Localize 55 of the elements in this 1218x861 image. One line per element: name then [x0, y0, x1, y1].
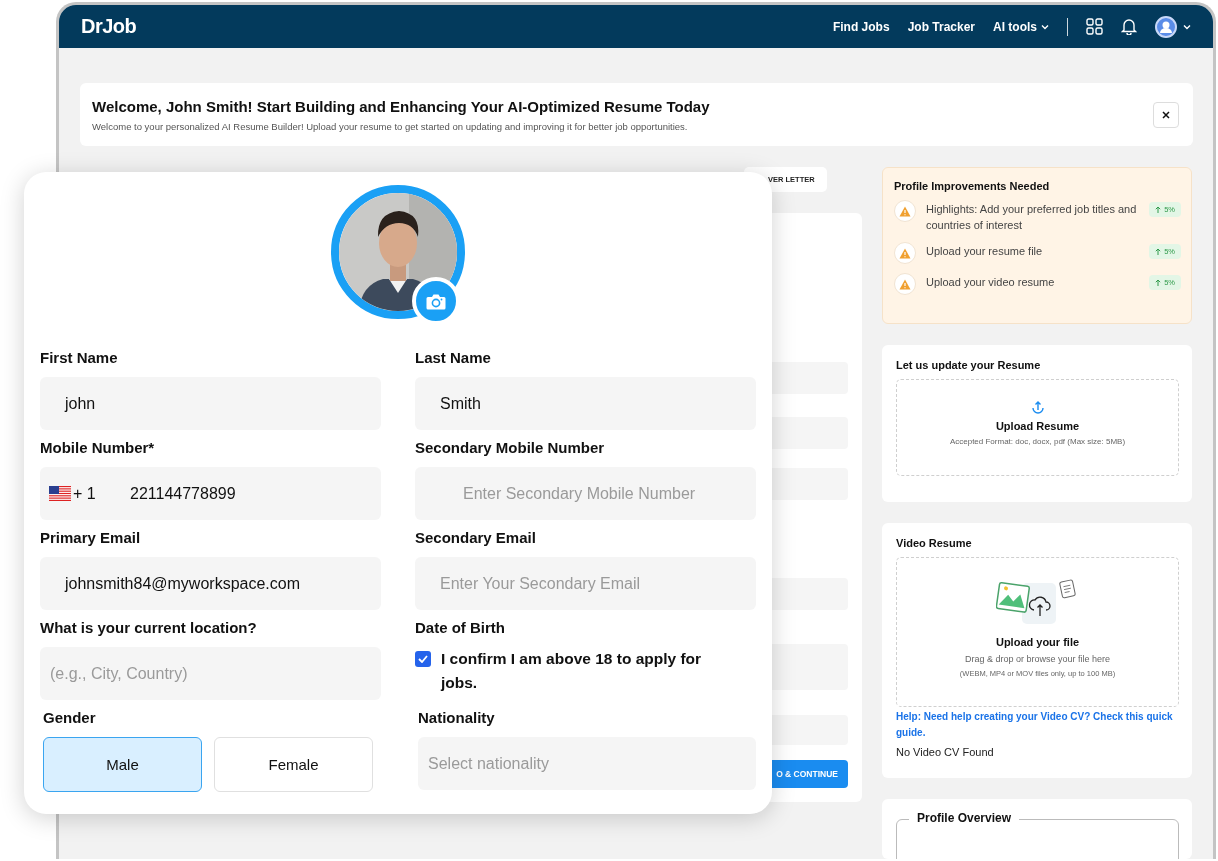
camera-icon	[426, 292, 446, 310]
nav-link[interactable]: Find Jobs	[832, 19, 890, 34]
upload-icon	[1030, 400, 1045, 414]
user-avatar-icon[interactable]	[1155, 15, 1177, 38]
caret-icon	[1041, 23, 1049, 30]
nav-link[interactable]: Job Tracker	[907, 19, 975, 34]
improvement-text: Highlights: Add your preferred job titles and countries of interest	[926, 202, 1138, 233]
us-flag-icon	[49, 486, 71, 501]
banner-title: Welcome, John Smith! Start Building and Enhancing Your AI-Optimized Resume Today	[92, 97, 711, 115]
caret-icon	[1183, 23, 1191, 30]
section-title: Profile Overview	[909, 811, 1020, 825]
input-field[interactable]: Smith	[415, 377, 756, 430]
field-label: First Name	[40, 349, 119, 368]
card-title: Let us update your Resume	[896, 359, 1042, 371]
banner-message: Welcome to your personalized AI Resume Builder! Upload your resume to get started on updating and improving it for better job opportunities.	[92, 120, 689, 132]
improvement-text: Upload your video resume	[926, 275, 1056, 290]
apps-grid-icon[interactable]	[1086, 18, 1103, 35]
gender-option[interactable]: Male	[43, 737, 202, 792]
warning-icon	[899, 278, 911, 290]
nav-menu[interactable]: AI tools	[993, 19, 1049, 34]
checkbox-label: I confirm I am above 18 to apply for jobs.	[441, 649, 703, 693]
field-label: Nationality	[417, 709, 496, 728]
upload-title: Upload Resume	[995, 420, 1080, 432]
arrow-up-icon	[1155, 279, 1162, 286]
close-icon	[1162, 110, 1170, 119]
field-label: Last Name	[415, 349, 492, 368]
card-title: Profile Improvements Needed	[894, 180, 1051, 192]
improvement-text: Upload your resume file	[926, 244, 1044, 259]
close-button[interactable]	[1153, 101, 1179, 128]
gender-option[interactable]: Female	[214, 737, 373, 792]
upload-hint: Accepted Format: doc, docx, pdf (Max size: 5MB)	[949, 437, 1126, 446]
input-field[interactable]: johnsmith84@myworkspace.com	[40, 557, 381, 610]
arrow-up-icon	[1155, 248, 1162, 255]
card-title: Video Resume	[896, 537, 973, 549]
arrow-up-icon	[1155, 206, 1162, 213]
field-label: Gender	[42, 709, 97, 728]
input-field[interactable]: john	[40, 377, 381, 430]
upload-dropzone[interactable]: Upload Resume Accepted Format: doc, docx, pdf (Max size: 5MB)	[896, 379, 1179, 476]
warning-icon	[899, 205, 911, 217]
field-label: Mobile Number*	[40, 439, 156, 458]
field-label: Secondary Email	[415, 529, 537, 548]
field-label: Date of Birth	[415, 619, 506, 638]
warning-icon	[899, 247, 911, 259]
field-label: What is your current location?	[40, 619, 258, 638]
field-label: Secondary Mobile Number	[415, 439, 606, 458]
upload-title: Upload your file	[995, 636, 1080, 648]
status-text: No Video CV Found	[896, 746, 995, 758]
notification-bell-icon[interactable]	[1121, 18, 1137, 35]
phone-field[interactable]: + 1 221144778899	[40, 467, 381, 520]
field-label: Primary Email	[40, 529, 142, 548]
logo[interactable]: DrJob	[81, 15, 137, 38]
checkbox[interactable]	[415, 651, 431, 667]
upload-hint: Drag & drop or browse your file here	[964, 654, 1111, 664]
checkmark-icon	[418, 655, 428, 663]
help-link[interactable]: Help: Need help creating your Video CV? Check this quick guide.	[896, 709, 1179, 741]
